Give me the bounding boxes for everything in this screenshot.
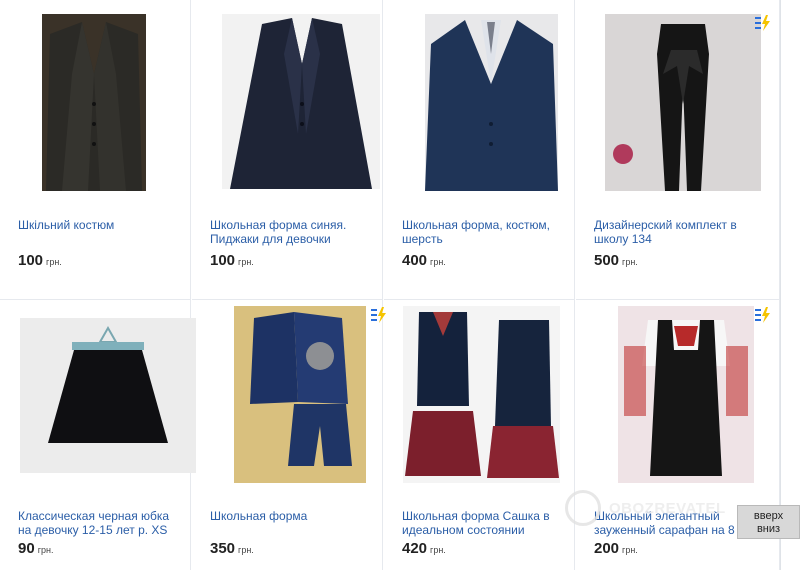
product-image[interactable] — [20, 318, 196, 473]
promo-badge-icon — [754, 306, 772, 324]
listing-card[interactable]: Классическая черная юбка на девочку 12-1… — [0, 300, 196, 570]
watermark-text: OBOZREVATEL — [609, 500, 726, 517]
listing-title[interactable]: Классическая черная юбка на девочку 12-1… — [18, 509, 182, 537]
listing-card[interactable]: Шкільний костюм 100 грн. — [0, 0, 191, 300]
watermark-logo-icon — [565, 490, 601, 526]
product-image[interactable] — [403, 306, 560, 483]
listing-price: 200 грн. — [594, 540, 638, 557]
listing-price: 100 грн. — [210, 252, 254, 269]
listing-price: 90 грн. — [18, 540, 54, 557]
listing-title[interactable]: Школьная форма синяя. Пиджаки для девочк… — [210, 218, 374, 246]
listing-price: 420 грн. — [402, 540, 446, 557]
listing-card[interactable]: Дизайнерский комплект в школу 134 500 грн… — [576, 0, 780, 300]
listing-title[interactable]: Дизайнерский комплект в школу 134 — [594, 218, 771, 246]
listing-grid: Шкільний костюм 100 грн. Школьная форма с… — [0, 0, 781, 570]
watermark: OBOZREVATEL — [565, 488, 745, 532]
listing-card[interactable]: Школьная форма, костюм, шерсть 400 грн. — [384, 0, 575, 300]
listing-title[interactable]: Шкільний костюм — [18, 218, 182, 232]
listing-title[interactable]: Школьная форма, костюм, шерсть — [402, 218, 566, 246]
product-image[interactable] — [42, 14, 146, 191]
product-image[interactable] — [222, 14, 380, 189]
product-image[interactable] — [425, 14, 558, 191]
listing-card[interactable]: Школьная форма синяя. Пиджаки для девочк… — [192, 0, 383, 300]
product-image[interactable] — [234, 306, 366, 483]
listing-card[interactable]: Школьная форма 350 грн. — [192, 300, 386, 570]
listing-price: 100 грн. — [18, 252, 62, 269]
product-image[interactable] — [605, 14, 761, 191]
listing-title[interactable]: Школьная форма — [210, 509, 374, 523]
product-image[interactable] — [618, 306, 754, 483]
listing-title[interactable]: Школьная форма Сашка в идеальном состоян… — [402, 509, 566, 537]
listing-card[interactable]: Школьная форма Сашка в идеальном состоян… — [384, 300, 575, 570]
promo-badge-icon — [754, 14, 772, 32]
listing-price: 500 грн. — [594, 252, 638, 269]
listing-price: 400 грн. — [402, 252, 446, 269]
scroll-top-button[interactable]: вверх вниз — [737, 505, 800, 539]
listing-price: 350 грн. — [210, 540, 254, 557]
